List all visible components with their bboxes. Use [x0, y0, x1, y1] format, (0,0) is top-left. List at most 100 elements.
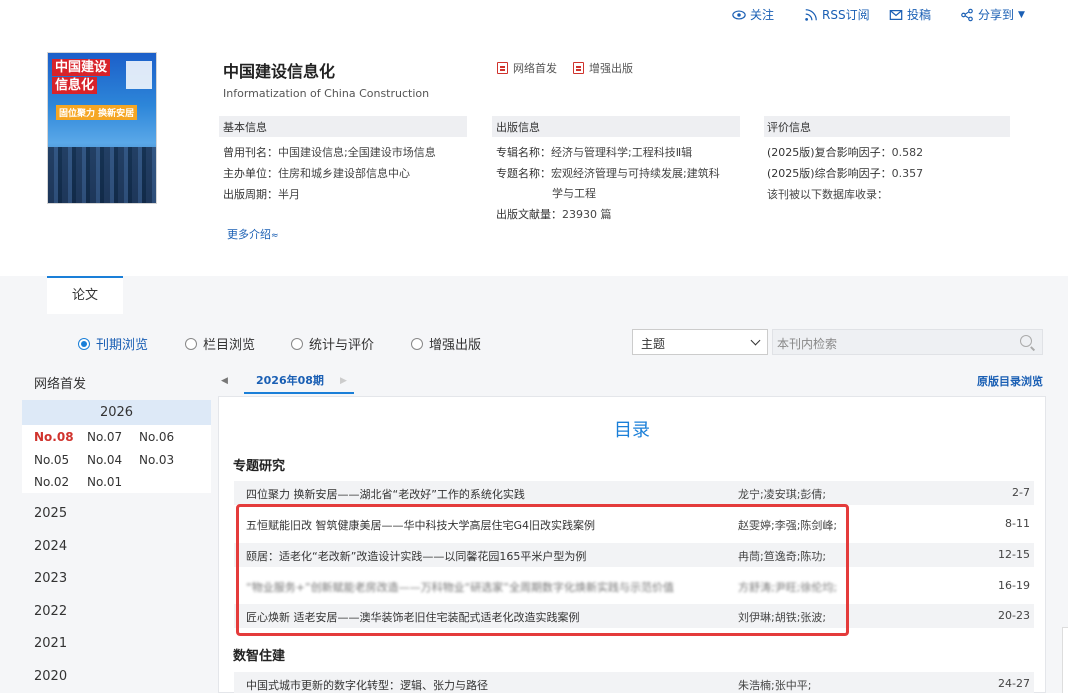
rss-button[interactable]: RSS订阅 — [804, 6, 870, 23]
composite-if-value: 0.582 — [891, 146, 924, 159]
issue-no03[interactable]: No.03 — [139, 453, 174, 467]
enhanced-label: 增强出版 — [429, 338, 482, 353]
journal-cover-image[interactable]: 中国建设 信息化 固位聚力 换新安居 — [47, 52, 157, 204]
article-row[interactable]: 四位聚力 换新安居——湖北省“老改好”工作的系统化实践 龙宁;凌安琪;彭倩; 2… — [234, 481, 1034, 505]
article-authors: 朱浩楠;张中平; — [738, 679, 812, 692]
current-issue-tab[interactable]: 2026年08期 — [244, 372, 354, 394]
year-2023[interactable]: 2023 — [34, 571, 67, 586]
article-title-link[interactable]: 中国式城市更新的数字化转型：逻辑、张力与路径 — [246, 677, 488, 693]
year-2020[interactable]: 2020 — [34, 669, 67, 684]
journal-english-title: Informatization of China Construction — [223, 87, 430, 100]
issue-no08[interactable]: No.08 — [34, 430, 74, 444]
search-field-value: 主题 — [641, 337, 666, 351]
radio-icon — [185, 337, 197, 350]
more-intro-link[interactable]: 更多介绍≈ — [227, 226, 279, 242]
article-row[interactable]: “物业服务+”创新赋能老房改造——万科物业“研选家”全周期数字化焕新实践与示范价… — [234, 574, 1034, 598]
submit-label: 投稿 — [907, 8, 932, 22]
cover-title-line2: 信息化 — [52, 77, 98, 94]
composite-if-line: (2025版)复合影响因子：0.582 — [767, 144, 923, 160]
topic-label: 专题名称： — [496, 167, 551, 180]
overall-if-line: (2025版)综合影响因子：0.357 — [767, 165, 923, 181]
issue-no05[interactable]: No.05 — [34, 453, 69, 467]
radio-stats[interactable]: 统计与评价 — [291, 334, 374, 353]
eval-info-heading: 评价信息 — [764, 116, 1010, 137]
enhanced-publish-label: 增强出版 — [589, 62, 633, 75]
sponsor-value: 住房和城乡建设部信息中心 — [278, 167, 410, 180]
article-title-link[interactable]: “物业服务+”创新赋能老房改造——万科物业“研选家”全周期数字化焕新实践与示范价… — [246, 579, 674, 595]
journal-search-input[interactable]: 本刊内检索 — [772, 329, 1043, 355]
count-label: 出版文献量： — [496, 208, 562, 221]
article-row[interactable]: 颐居：适老化“老改新”改造设计实践——以同馨花园165平米户型为例 冉茼;笪逸奇… — [234, 543, 1034, 567]
rss-label: RSS订阅 — [822, 8, 870, 22]
overall-if-label: (2025版)综合影响因子： — [767, 167, 892, 180]
submit-button[interactable]: 投稿 — [889, 6, 931, 23]
article-authors: 方舒涛;尹旺;徐伦均; — [738, 581, 838, 594]
article-pages: 2-7 — [1012, 486, 1030, 499]
more-intro-label: 更多介绍 — [227, 228, 271, 241]
cycle-value: 半月 — [278, 188, 300, 201]
cycle-label: 出版周期： — [223, 188, 278, 201]
share-icon — [961, 8, 973, 21]
tab-papers[interactable]: 论文 — [47, 276, 123, 314]
original-toc-link[interactable]: 原版目录浏览 — [977, 373, 1043, 389]
floating-side-panel[interactable] — [1062, 627, 1068, 693]
issue-no06[interactable]: No.06 — [139, 430, 174, 444]
article-title-link[interactable]: 五恒赋能旧改 智筑健康美居——华中科技大学高层住宅G4旧改实践案例 — [246, 517, 595, 533]
issue-no07[interactable]: No.07 — [87, 430, 122, 444]
year-2022[interactable]: 2022 — [34, 604, 67, 619]
radio-enhanced[interactable]: 增强出版 — [411, 334, 481, 353]
article-row[interactable]: 匠心焕新 适老安居——澳华装饰老旧住宅装配式适老化改造实践案例 刘伊琳;胡铁;张… — [234, 604, 1034, 628]
share-button[interactable]: 分享到 ▼ — [960, 6, 1025, 23]
former-title-label: 曾用刊名： — [223, 146, 278, 159]
next-issue-arrow-icon[interactable]: ▶ — [340, 376, 347, 386]
issue-no01[interactable]: No.01 — [87, 475, 122, 489]
share-label: 分享到 — [978, 8, 1015, 22]
chevron-down-icon: ▼ — [1018, 9, 1025, 20]
online-first-badge[interactable]: 网络首发 — [497, 60, 557, 76]
former-title-line: 曾用刊名：中国建设信息;全国建设市场信息 — [223, 144, 436, 160]
radio-selected-icon — [78, 337, 90, 350]
cover-logo-icon — [126, 61, 152, 89]
article-row[interactable]: 五恒赋能旧改 智筑健康美居——华中科技大学高层住宅G4旧改实践案例 赵雯婷;李强… — [234, 512, 1034, 536]
article-authors: 赵雯婷;李强;陈剑峰; — [738, 519, 838, 532]
rss-icon — [805, 8, 817, 21]
follow-label: 关注 — [750, 8, 775, 22]
expand-icon: ≈ — [271, 231, 279, 241]
basic-info-heading: 基本信息 — [219, 116, 467, 137]
year-2026[interactable]: 2026 — [22, 400, 211, 425]
search-icon[interactable] — [1020, 335, 1032, 347]
radio-column-browse[interactable]: 栏目浏览 — [185, 334, 255, 353]
count-value: 23930 篇 — [562, 208, 612, 221]
follow-button[interactable]: 关注 — [732, 6, 774, 23]
article-pages: 16-19 — [998, 579, 1030, 592]
chevron-down-icon — [750, 335, 761, 346]
year-2021[interactable]: 2021 — [34, 636, 67, 651]
document-icon — [497, 62, 508, 74]
online-first-label: 网络首发 — [513, 62, 557, 75]
stats-label: 统计与评价 — [309, 338, 375, 353]
article-pages: 8-11 — [1005, 517, 1030, 530]
issue-no02[interactable]: No.02 — [34, 475, 69, 489]
enhanced-icon — [573, 62, 584, 74]
section-heading: 专题研究 — [233, 459, 286, 474]
article-row[interactable]: 中国式城市更新的数字化转型：逻辑、张力与路径 朱浩楠;张中平; 24-27 — [234, 672, 1034, 693]
issue-browse-label: 刊期浏览 — [96, 338, 149, 353]
article-authors: 冉茼;笪逸奇;陈功; — [738, 550, 827, 563]
year-2024[interactable]: 2024 — [34, 539, 67, 554]
journal-header: 中国建设 信息化 固位聚力 换新安居 中国建设信息化 Informatizati… — [0, 30, 1068, 276]
search-field-select[interactable]: 主题 — [632, 329, 768, 355]
article-title-link[interactable]: 匠心焕新 适老安居——澳华装饰老旧住宅装配式适老化改造实践案例 — [246, 609, 580, 625]
radio-issue-browse[interactable]: 刊期浏览 — [78, 334, 148, 353]
sidebar-title: 网络首发 — [34, 377, 87, 392]
enhanced-publish-badge[interactable]: 增强出版 — [573, 60, 633, 76]
article-title-link[interactable]: 颐居：适老化“老改新”改造设计实践——以同馨花园165平米户型为例 — [246, 548, 586, 564]
year-2025[interactable]: 2025 — [34, 506, 67, 521]
count-line: 出版文献量：23930 篇 — [496, 206, 612, 222]
cover-title-line1: 中国建设 — [52, 59, 111, 76]
issue-no04[interactable]: No.04 — [87, 453, 122, 467]
topic-value: 宏观经济管理与可持续发展;建筑科 — [551, 167, 720, 180]
article-pages: 24-27 — [998, 677, 1030, 690]
article-pages: 12-15 — [998, 548, 1030, 561]
article-title-link[interactable]: 四位聚力 换新安居——湖北省“老改好”工作的系统化实践 — [246, 486, 525, 502]
prev-issue-arrow-icon[interactable]: ◀ — [221, 376, 228, 386]
